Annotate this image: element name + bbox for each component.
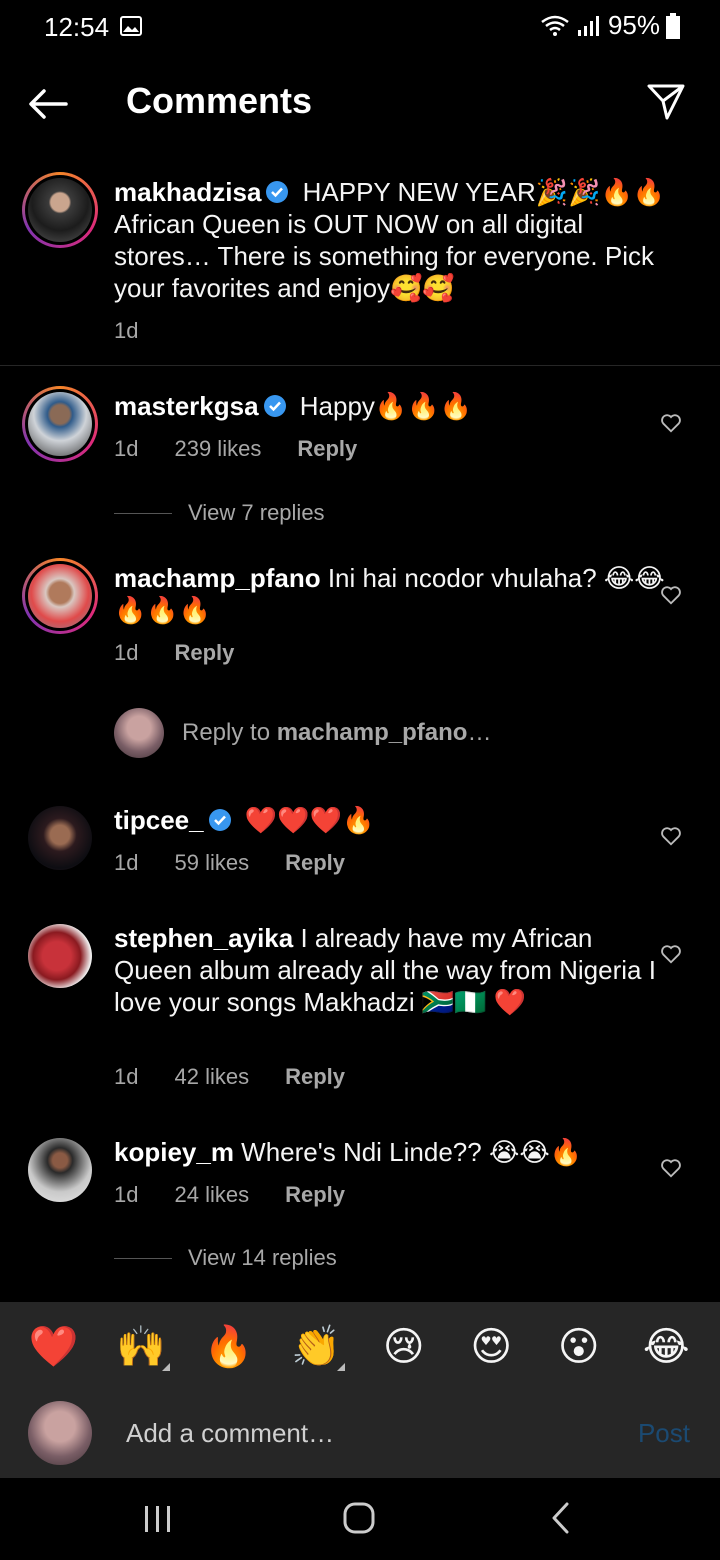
- caption-text: makhadzisa HAPPY NEW YEAR🎉🎉🔥🔥 African Qu…: [114, 176, 674, 304]
- status-bar: 12:54 95%: [0, 0, 720, 56]
- comment-body: ❤️❤️❤️🔥: [237, 805, 375, 835]
- emoji-fire-button[interactable]: 🔥: [194, 1323, 264, 1371]
- comment-text: kopiey_m Where's Ndi Linde?? 😭😭🔥: [114, 1136, 674, 1168]
- like-heart-icon[interactable]: [660, 1157, 682, 1179]
- comment-composer: Add a comment… Post: [0, 1392, 720, 1478]
- avatar[interactable]: [22, 386, 98, 462]
- emoji-raised-hands-button[interactable]: 🙌: [106, 1323, 176, 1371]
- comment-text: masterkgsa Happy🔥🔥🔥: [114, 390, 674, 422]
- avatar[interactable]: [22, 558, 98, 634]
- timestamp: 1d: [114, 436, 139, 461]
- username[interactable]: masterkgsa: [114, 391, 259, 421]
- timestamp: 1d: [114, 1182, 139, 1207]
- comment-meta: 1d 59 likes Reply: [114, 850, 345, 876]
- system-nav-bar: [0, 1478, 720, 1560]
- emoji-joy-button[interactable]: 😂: [631, 1323, 701, 1371]
- back-nav-icon[interactable]: [548, 1500, 574, 1536]
- verified-badge-icon: [208, 809, 231, 831]
- likes-count[interactable]: 42 likes: [174, 1064, 249, 1090]
- emoji-surprised-button[interactable]: 😮: [544, 1323, 614, 1371]
- battery-icon: [666, 12, 680, 39]
- comment-text: machamp_pfano Ini hai ncodor vhulaha? 😂😂…: [114, 562, 674, 626]
- emoji-clap-button[interactable]: 👏: [281, 1323, 351, 1371]
- back-arrow-icon[interactable]: [26, 86, 70, 122]
- comment-body: Happy🔥🔥🔥: [292, 391, 473, 421]
- wifi-icon: [541, 15, 569, 36]
- comment-meta: 1d 42 likes Reply: [114, 1064, 345, 1090]
- emoji-crying-button[interactable]: 😢: [369, 1323, 439, 1371]
- like-heart-icon[interactable]: [660, 943, 682, 965]
- avatar: [28, 1401, 92, 1465]
- like-heart-icon[interactable]: [660, 584, 682, 606]
- comment-meta: 1d 24 likes Reply: [114, 1182, 345, 1208]
- view-replies-button[interactable]: View 14 replies: [114, 1245, 337, 1271]
- like-heart-icon[interactable]: [660, 412, 682, 434]
- emoji-heart-eyes-button[interactable]: 😍: [456, 1323, 526, 1371]
- caption-meta: 1d: [114, 318, 138, 344]
- reply-button[interactable]: Reply: [285, 1064, 345, 1090]
- reply-prompt-text: Reply to machamp_pfano…: [182, 719, 492, 746]
- emoji-quick-bar: ❤️ 🙌 🔥 👏 😢 😍 😮 😂: [0, 1302, 720, 1392]
- divider: [114, 512, 172, 514]
- home-icon[interactable]: [342, 1500, 376, 1536]
- likes-count[interactable]: 24 likes: [174, 1182, 249, 1208]
- username[interactable]: stephen_ayika: [114, 923, 293, 953]
- avatar: [114, 708, 164, 758]
- reply-button[interactable]: Reply: [297, 436, 357, 462]
- view-replies-label: View 7 replies: [188, 500, 325, 525]
- username[interactable]: tipcee_: [114, 805, 204, 835]
- reply-button[interactable]: Reply: [285, 850, 345, 876]
- comment-meta: 1d 239 likes Reply: [114, 436, 357, 462]
- comment-body: Where's Ndi Linde?? 😭😭🔥: [233, 1137, 583, 1167]
- comment-text: tipcee_ ❤️❤️❤️🔥: [114, 804, 674, 836]
- divider: [114, 1257, 172, 1259]
- verified-badge-icon: [263, 395, 286, 417]
- timestamp: 1d: [114, 318, 139, 343]
- likes-count[interactable]: 59 likes: [174, 850, 249, 876]
- recent-apps-icon[interactable]: [142, 1502, 174, 1536]
- avatar[interactable]: [28, 806, 92, 870]
- page-title: Comments: [126, 80, 313, 121]
- reply-button[interactable]: Reply: [285, 1182, 345, 1208]
- post-button[interactable]: Post: [638, 1418, 690, 1449]
- post-caption: makhadzisa HAPPY NEW YEAR🎉🎉🔥🔥 African Qu…: [0, 170, 720, 366]
- battery-percent: 95%: [607, 10, 660, 40]
- header: Comments: [0, 64, 720, 144]
- timestamp: 1d: [114, 640, 139, 665]
- reply-prompt[interactable]: Reply to machamp_pfano…: [114, 708, 491, 758]
- verified-badge-icon: [266, 181, 289, 203]
- username[interactable]: makhadzisa: [114, 177, 261, 207]
- signal-icon: [577, 15, 599, 36]
- username[interactable]: machamp_pfano: [114, 563, 321, 593]
- reply-button[interactable]: Reply: [174, 640, 234, 666]
- comment-meta: 1d Reply: [114, 640, 234, 666]
- avatar[interactable]: [28, 924, 92, 988]
- timestamp: 1d: [114, 850, 139, 875]
- view-replies-label: View 14 replies: [188, 1245, 337, 1270]
- send-icon[interactable]: [646, 82, 686, 122]
- like-heart-icon[interactable]: [660, 825, 682, 847]
- gallery-icon: [120, 16, 142, 36]
- comment-text: stephen_ayika I already have my African …: [114, 922, 674, 1018]
- status-right: 95%: [540, 10, 680, 41]
- status-time: 12:54: [44, 12, 110, 42]
- timestamp: 1d: [114, 1064, 139, 1089]
- comment-input[interactable]: Add a comment…: [126, 1418, 334, 1449]
- likes-count[interactable]: 239 likes: [174, 436, 261, 462]
- avatar[interactable]: [28, 1138, 92, 1202]
- view-replies-button[interactable]: View 7 replies: [114, 500, 325, 526]
- avatar[interactable]: [22, 172, 98, 248]
- emoji-heart-button[interactable]: ❤️: [19, 1323, 89, 1371]
- username[interactable]: kopiey_m: [114, 1137, 234, 1167]
